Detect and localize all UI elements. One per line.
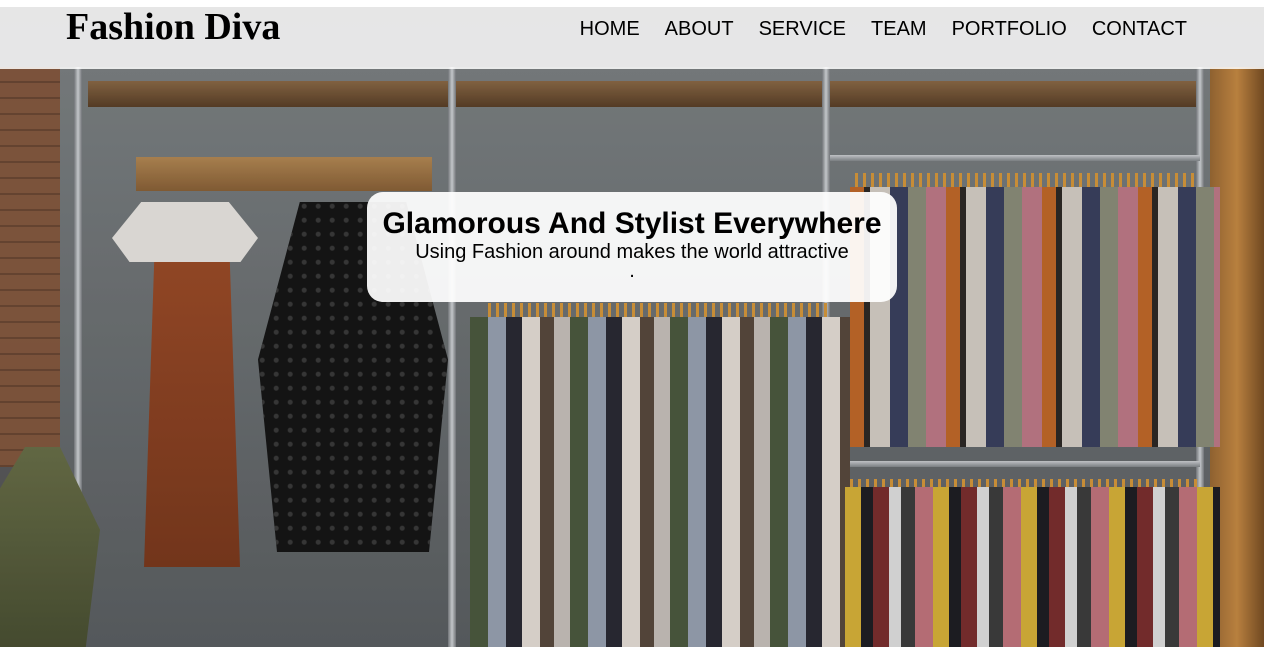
nav-link-about[interactable]: ABOUT xyxy=(665,17,734,41)
site-header: Fashion Diva HOME ABOUT SERVICE TEAM POR… xyxy=(0,7,1264,69)
hero-background-image xyxy=(0,7,1264,647)
hero-title: Glamorous And Stylist Everywhere xyxy=(382,207,882,240)
site-logo[interactable]: Fashion Diva xyxy=(66,7,280,47)
image-shade xyxy=(0,7,1264,647)
hero-trailing-dot: . xyxy=(629,260,635,282)
nav-link-home[interactable]: HOME xyxy=(580,17,640,41)
nav-link-team[interactable]: TEAM xyxy=(871,17,927,41)
hero-card: Glamorous And Stylist Everywhere Using F… xyxy=(367,192,897,302)
nav-link-portfolio[interactable]: PORTFOLIO xyxy=(952,17,1067,41)
nav-link-service[interactable]: SERVICE xyxy=(759,17,846,41)
nav-link-contact[interactable]: CONTACT xyxy=(1092,17,1187,41)
main-nav: HOME ABOUT SERVICE TEAM PORTFOLIO CONTAC… xyxy=(580,17,1187,41)
